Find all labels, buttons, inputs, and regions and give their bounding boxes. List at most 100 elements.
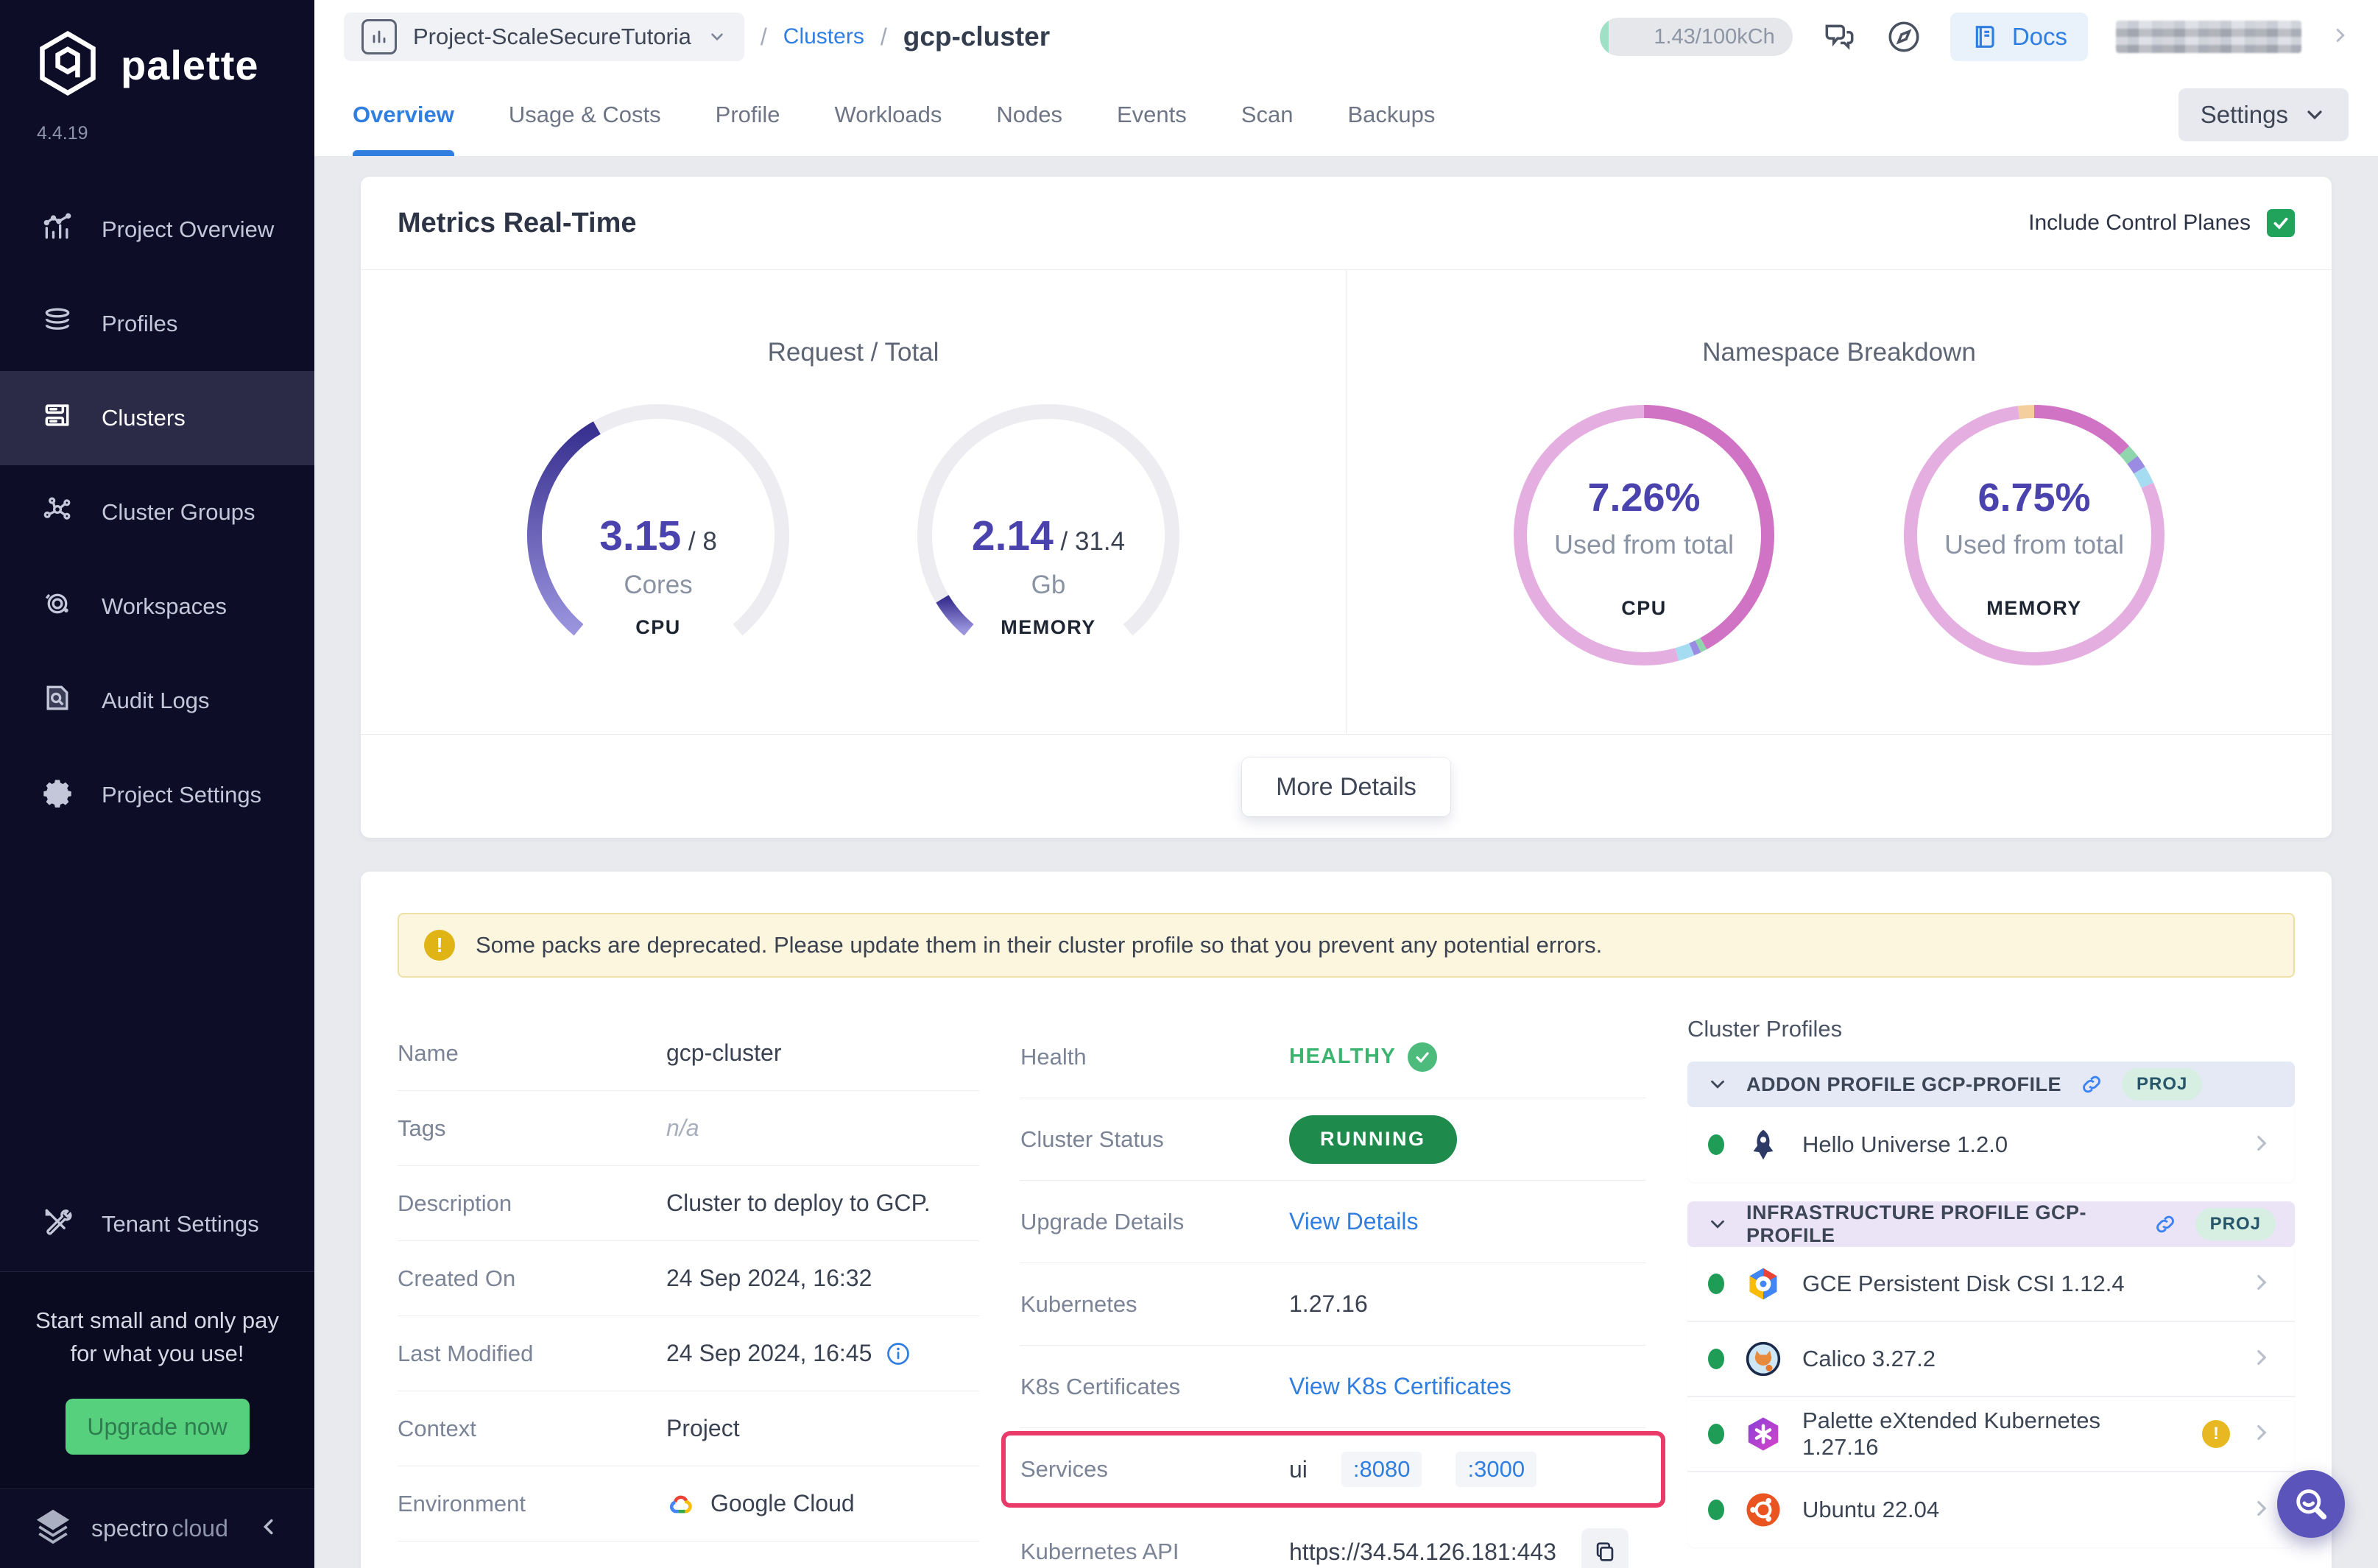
copy-api-url-button[interactable] bbox=[1581, 1528, 1629, 1568]
view-details-link[interactable]: View Details bbox=[1289, 1208, 1418, 1235]
detail-label: Context bbox=[398, 1416, 666, 1442]
detail-label: Name bbox=[398, 1040, 666, 1067]
warning-text: Some packs are deprecated. Please update… bbox=[476, 932, 1602, 958]
scope-badge: PROJ bbox=[2195, 1208, 2276, 1240]
tab-workloads[interactable]: Workloads bbox=[835, 74, 942, 156]
breadcrumb-separator: / bbox=[881, 24, 887, 51]
status-label: Upgrade Details bbox=[1020, 1209, 1289, 1235]
status-row-services: Servicesui :8080 :3000 bbox=[1020, 1435, 1646, 1503]
pack-name: GCE Persistent Disk CSI 1.12.4 bbox=[1802, 1271, 2125, 1297]
cluster-details-list: Namegcp-clusterTagsn/aDescriptionCluster… bbox=[398, 1016, 979, 1568]
brand-cloud: cloud bbox=[172, 1515, 228, 1541]
sidebar-collapse-button[interactable] bbox=[257, 1514, 282, 1543]
status-label: Health bbox=[1020, 1044, 1289, 1070]
feedback-chat-button[interactable] bbox=[1821, 18, 1857, 55]
detail-value: Project bbox=[666, 1415, 740, 1442]
donut-cpu: 7.26%Used from totalCPU bbox=[1489, 388, 1799, 734]
donut-caption: Used from total bbox=[1880, 529, 2189, 560]
profile-group-header[interactable]: ADDON PROFILE GCP-PROFILEPROJ bbox=[1687, 1062, 2295, 1107]
profile-group-header[interactable]: INFRASTRUCTURE PROFILE GCP-PROFILEPROJ bbox=[1687, 1201, 2295, 1247]
tab-overview[interactable]: Overview bbox=[353, 74, 454, 156]
metrics-title: Metrics Real-Time bbox=[398, 208, 637, 239]
tab-usage-costs[interactable]: Usage & Costs bbox=[509, 74, 661, 156]
status-row-upgrade-details: Upgrade DetailsView Details bbox=[1020, 1181, 1646, 1263]
sidebar-item-clusters[interactable]: Clusters bbox=[0, 371, 314, 465]
status-row-cluster-status: Cluster StatusRUNNING bbox=[1020, 1098, 1646, 1181]
profile-pack-row[interactable]: Ubuntu 22.04 bbox=[1687, 1472, 2295, 1547]
include-control-planes-checkbox[interactable] bbox=[2267, 209, 2295, 237]
status-row-kubernetes: Kubernetes1.27.16 bbox=[1020, 1263, 1646, 1346]
sidebar-item-project-overview[interactable]: Project Overview bbox=[0, 183, 314, 277]
detail-value: spectro-cloud-dynamic bbox=[666, 1566, 903, 1568]
tab-events[interactable]: Events bbox=[1117, 74, 1187, 156]
upgrade-now-button[interactable]: Upgrade now bbox=[66, 1399, 250, 1455]
sidebar-item-project-settings[interactable]: Project Settings bbox=[0, 748, 314, 842]
bar-chart-icon bbox=[41, 211, 74, 249]
gauge-memory: 2.14 / 31.4GbMEMORY bbox=[894, 388, 1203, 734]
gauge-value: 2.14 bbox=[972, 512, 1054, 559]
tools-icon bbox=[41, 1205, 74, 1243]
compass-tour-button[interactable] bbox=[1885, 18, 1922, 55]
usage-meter[interactable]: 1.43/100kCh bbox=[1600, 18, 1793, 56]
donut-percent: 7.26% bbox=[1489, 475, 1799, 520]
settings-dropdown-button[interactable]: Settings bbox=[2178, 88, 2349, 141]
more-details-button[interactable]: More Details bbox=[1242, 757, 1450, 816]
services-highlight-box: Servicesui :8080 :3000 bbox=[1001, 1431, 1665, 1508]
detail-row-cloud-account: Cloud Accountspectro-cloud-dynamic bbox=[398, 1541, 979, 1568]
profile-pack-row[interactable]: Palette eXtended Kubernetes 1.27.16! bbox=[1687, 1397, 2295, 1472]
tab-backups[interactable]: Backups bbox=[1347, 74, 1435, 156]
user-menu-chevron-icon[interactable] bbox=[2329, 24, 2351, 50]
metrics-card: Metrics Real-Time Include Control Planes… bbox=[361, 177, 2332, 838]
project-selector[interactable]: Project-ScaleSecureTutoria bbox=[344, 13, 744, 61]
sidebar-item-workspaces[interactable]: Workspaces bbox=[0, 559, 314, 654]
profile-pack-row[interactable]: GCE Persistent Disk CSI 1.12.4 bbox=[1687, 1247, 2295, 1322]
tab-scan[interactable]: Scan bbox=[1241, 74, 1294, 156]
gce-icon bbox=[1743, 1264, 1783, 1304]
docs-button[interactable]: Docs bbox=[1950, 13, 2088, 61]
audit-icon bbox=[41, 682, 74, 720]
service-name: ui bbox=[1289, 1456, 1308, 1483]
link-icon[interactable] bbox=[2153, 1212, 2178, 1237]
pack-name: Calico 3.27.2 bbox=[1802, 1346, 1936, 1372]
status-label: Kubernetes bbox=[1020, 1291, 1289, 1318]
donut-metric-label: MEMORY bbox=[1880, 597, 2189, 620]
profile-pack-row[interactable]: Hello Universe 1.2.0 bbox=[1687, 1107, 2295, 1182]
service-port-link[interactable]: :8080 bbox=[1341, 1452, 1422, 1487]
pack-status-dot bbox=[1708, 1349, 1724, 1369]
gauge-metric-label: MEMORY bbox=[894, 616, 1203, 639]
main-area: Project-ScaleSecureTutoria / Clusters / … bbox=[314, 0, 2378, 1568]
pxk-icon bbox=[1743, 1414, 1783, 1454]
breadcrumb-clusters-link[interactable]: Clusters bbox=[783, 24, 864, 49]
spectro-cloud-logo-icon bbox=[32, 1506, 74, 1551]
cluster-profiles-title: Cluster Profiles bbox=[1687, 1016, 2295, 1042]
view-k8s-certificates-link[interactable]: View K8s Certificates bbox=[1289, 1373, 1511, 1400]
service-port-link[interactable]: :3000 bbox=[1456, 1452, 1536, 1487]
info-icon[interactable] bbox=[885, 1341, 911, 1367]
sidebar-item-label: Tenant Settings bbox=[102, 1211, 259, 1237]
donut-metric-label: CPU bbox=[1489, 597, 1799, 620]
detail-row-description: DescriptionCluster to deploy to GCP. bbox=[398, 1166, 979, 1241]
sidebar-item-audit-logs[interactable]: Audit Logs bbox=[0, 654, 314, 748]
chevron-right-icon bbox=[2249, 1420, 2274, 1449]
pack-status-dot bbox=[1708, 1500, 1724, 1520]
book-icon bbox=[1971, 22, 2000, 52]
sidebar-item-label: Cluster Groups bbox=[102, 499, 255, 526]
palette-logo: palette bbox=[0, 0, 314, 101]
link-icon[interactable] bbox=[2079, 1072, 2104, 1097]
upsell-banner: Start small and only pay for what you us… bbox=[0, 1271, 314, 1488]
sidebar-item-tenant-settings[interactable]: Tenant Settings bbox=[0, 1177, 314, 1271]
kubernetes-api-url: https://34.54.126.181:443 bbox=[1289, 1539, 1556, 1566]
tab-profile[interactable]: Profile bbox=[716, 74, 780, 156]
status-label: Services bbox=[1020, 1456, 1289, 1483]
tab-nodes[interactable]: Nodes bbox=[996, 74, 1062, 156]
detail-value: 24 Sep 2024, 16:45 bbox=[666, 1340, 872, 1367]
docs-label: Docs bbox=[2012, 23, 2067, 51]
sidebar-item-cluster-groups[interactable]: Cluster Groups bbox=[0, 465, 314, 559]
sidebar-item-profiles[interactable]: Profiles bbox=[0, 277, 314, 371]
detail-row-name: Namegcp-cluster bbox=[398, 1016, 979, 1091]
sidebar-item-label: Project Settings bbox=[102, 782, 261, 808]
orbit-icon bbox=[41, 587, 74, 626]
profile-pack-row[interactable]: Calico 3.27.2 bbox=[1687, 1322, 2295, 1397]
support-chat-fab[interactable] bbox=[2277, 1470, 2345, 1538]
user-name-redacted[interactable] bbox=[2116, 21, 2301, 53]
